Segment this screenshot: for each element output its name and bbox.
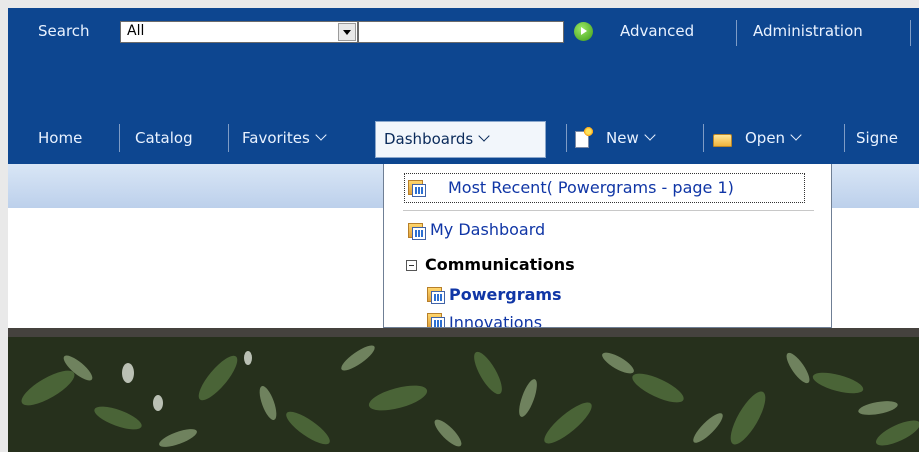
nav-new-label: New <box>606 129 639 147</box>
chevron-down-icon <box>644 129 656 141</box>
nav-dashboards-text: Dashboards <box>384 130 474 148</box>
menu-item-most-recent[interactable]: Most Recent( Powergrams - page 1) <box>448 178 734 197</box>
collapse-icon[interactable] <box>406 260 417 271</box>
nav-open[interactable]: Open <box>745 129 802 147</box>
chevron-down-icon <box>315 129 327 141</box>
open-folder-icon <box>713 134 732 147</box>
dashboards-dropdown-menu: Most Recent( Powergrams - page 1) My Das… <box>383 164 832 328</box>
foliage-image <box>8 337 919 452</box>
advanced-link[interactable]: Advanced <box>620 22 694 40</box>
dashboard-icon <box>408 179 426 197</box>
nav-home[interactable]: Home <box>38 129 82 147</box>
separator <box>910 20 911 46</box>
nav-dashboards[interactable]: Dashboards <box>375 121 546 158</box>
menu-item-my-dashboard[interactable]: My Dashboard <box>430 220 545 239</box>
chevron-down-icon <box>478 130 490 142</box>
search-row: Search All Advanced Administration <box>8 8 919 56</box>
chevron-down-icon[interactable] <box>338 23 356 41</box>
nav-catalog[interactable]: Catalog <box>135 129 193 147</box>
search-scope-select[interactable]: All <box>120 21 358 43</box>
chevron-down-icon <box>790 129 802 141</box>
search-scope-value: All <box>127 23 145 39</box>
menu-group-communications[interactable]: Communications <box>425 255 575 274</box>
menu-item-innovations[interactable]: Innovations <box>449 313 542 327</box>
search-label: Search <box>38 22 90 40</box>
nav-new[interactable]: New <box>606 129 656 147</box>
menu-item-powergrams[interactable]: Powergrams <box>449 285 562 304</box>
banner-image <box>8 328 919 452</box>
separator <box>736 20 737 46</box>
search-input[interactable] <box>358 21 564 43</box>
menu-divider <box>403 210 814 211</box>
go-arrow-icon[interactable] <box>574 22 593 41</box>
administration-link[interactable]: Administration <box>753 22 863 40</box>
nav-favorites[interactable]: Favorites <box>242 129 327 147</box>
dashboard-icon <box>408 222 426 240</box>
separator <box>703 124 704 152</box>
separator <box>228 124 229 152</box>
separator <box>119 124 120 152</box>
new-document-icon <box>575 127 593 148</box>
separator <box>566 124 567 152</box>
top-bar: Search All Advanced Administration <box>8 8 919 114</box>
nav-signed-in[interactable]: Signe <box>856 129 898 147</box>
dashboard-icon <box>427 312 445 327</box>
nav-favorites-label: Favorites <box>242 129 310 147</box>
nav-open-label: Open <box>745 129 786 147</box>
separator <box>844 124 845 152</box>
dashboard-icon <box>427 286 445 304</box>
nav-dashboards-label: Dashboards <box>384 130 490 148</box>
